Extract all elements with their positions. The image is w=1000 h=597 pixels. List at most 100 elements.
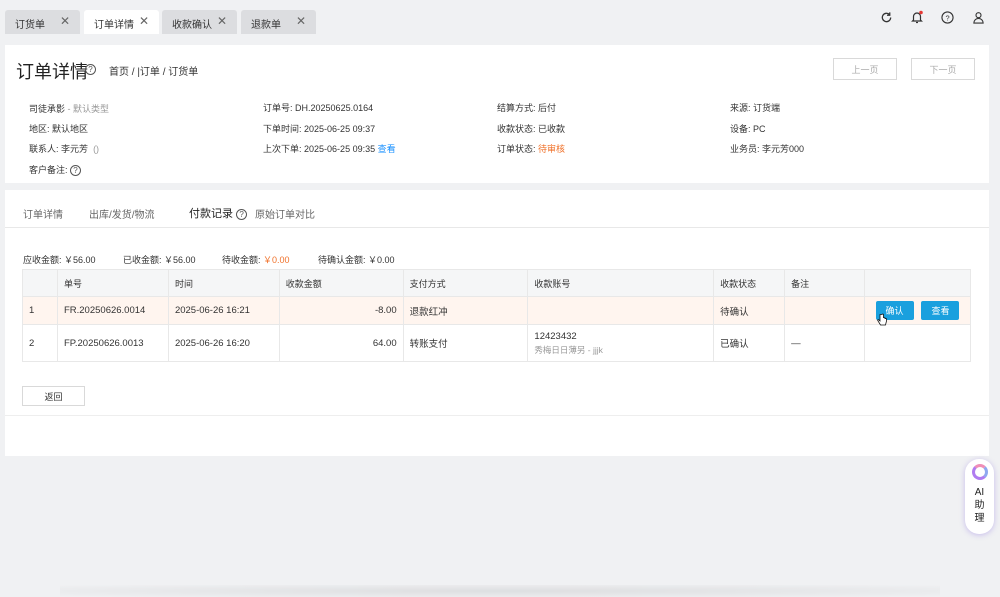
row-status: 待确认 xyxy=(713,296,786,325)
tab-refund[interactable]: 退款单 ✕ xyxy=(241,10,316,34)
customer-name: 司徒承影 xyxy=(29,104,66,114)
close-icon[interactable]: ✕ xyxy=(139,14,149,28)
contact-info: 联系人: 李元芳 () xyxy=(29,142,99,155)
account-number: 12423432 xyxy=(534,330,577,342)
row-no: FR.20250626.0014 xyxy=(56,296,169,325)
last-order-value: 2025-06-25 09:35 xyxy=(304,144,376,154)
close-icon[interactable]: ✕ xyxy=(296,14,306,28)
received-amount: 已收金额: ￥56.00 xyxy=(123,255,196,265)
region-value: 默认地区 xyxy=(52,124,89,134)
tab-original-compare[interactable]: 原始订单对比 xyxy=(255,206,315,221)
order-status-info: 订单状态: 待审核 xyxy=(497,142,565,155)
help-icon[interactable]: ? xyxy=(236,208,248,220)
row-remark: — xyxy=(784,324,865,362)
tab-label: 退款单 xyxy=(251,20,281,31)
tab-label: 付款记录 xyxy=(189,208,233,220)
settle-label: 结算方式: xyxy=(497,103,536,113)
sales-value: 李元芳000 xyxy=(762,144,805,154)
help-icon[interactable]: ? xyxy=(85,64,96,75)
customer-info: 司徒承影 - 默认类型 xyxy=(29,102,109,115)
region-info: 地区: 默认地区 xyxy=(29,122,88,135)
tab-order-list[interactable]: 订货单 ✕ xyxy=(5,10,80,34)
row-actions xyxy=(863,324,972,362)
breadcrumb[interactable]: 首页 / |订单 / 订货单 xyxy=(109,63,198,78)
region-label: 地区: xyxy=(29,124,50,134)
ai-label: AI助理 xyxy=(974,487,985,524)
view-last-order-link[interactable]: 查看 xyxy=(378,144,396,154)
return-button[interactable]: 返回 xyxy=(22,386,85,406)
order-status-value: 待审核 xyxy=(538,144,566,154)
bottom-shadow xyxy=(60,585,940,597)
table-header-row: 单号 时间 收款金额 支付方式 收款账号 收款状态 备注 xyxy=(22,269,972,297)
refresh-icon[interactable] xyxy=(878,9,894,25)
payment-table: 单号 时间 收款金额 支付方式 收款账号 收款状态 备注 1 FR.202506… xyxy=(22,269,972,362)
row-no: FP.20250626.0013 xyxy=(56,324,169,362)
sales-info: 业务员: 李元芳000 xyxy=(730,142,804,155)
col-header-actions xyxy=(863,269,972,297)
row-account xyxy=(527,296,715,325)
col-header-amount: 收款金额 xyxy=(278,269,404,297)
customer-type: - 默认类型 xyxy=(67,104,110,114)
payment-records-card: 订单详情 出库/发货/物流 付款记录 ? 原始订单对比 应收金额: ￥56.00… xyxy=(5,190,989,456)
table-row: 2 FP.20250626.0013 2025-06-26 16:20 64.0… xyxy=(22,324,972,362)
pay-status-label: 收款状态: xyxy=(497,124,536,134)
row-index: 1 xyxy=(22,296,58,325)
order-header-card: 订单详情 ? 首页 / |订单 / 订货单 上一页 下一页 司徒承影 - 默认类… xyxy=(5,45,989,183)
help-icon[interactable]: ? xyxy=(70,165,82,177)
col-header-time: 时间 xyxy=(167,269,280,297)
tab-order-detail[interactable]: 订单详情 ✕ xyxy=(84,10,159,34)
tab-payment-records[interactable]: 付款记录 ? xyxy=(189,205,248,221)
ai-logo-icon xyxy=(971,464,988,480)
col-header-index xyxy=(22,269,58,297)
row-status: 已确认 xyxy=(713,324,786,362)
remark-label: 客户备注: xyxy=(29,165,68,175)
source-info: 来源: 订货端 xyxy=(730,101,780,114)
tab-label: 订单详情 xyxy=(94,20,134,31)
pending-value: ￥0.00 xyxy=(263,255,290,265)
device-value: PC xyxy=(753,124,766,134)
settle-value: 后付 xyxy=(538,103,557,113)
row-amount: -8.00 xyxy=(278,296,404,325)
device-info: 设备: PC xyxy=(730,122,766,135)
page-title: 订单详情 xyxy=(16,62,88,82)
col-header-remark: 备注 xyxy=(784,269,865,297)
bell-icon[interactable] xyxy=(909,9,925,25)
close-icon[interactable]: ✕ xyxy=(60,14,70,28)
receivable-amount: 应收金额: ￥56.00 xyxy=(23,255,96,265)
tab-label: 订货单 xyxy=(15,20,45,31)
order-time-label: 下单时间: xyxy=(263,124,302,134)
tab-label: 收款确认 xyxy=(172,20,212,31)
row-remark xyxy=(784,296,865,325)
source-value: 订货端 xyxy=(753,103,781,113)
pending-label: 待收金额: xyxy=(222,255,261,265)
tab-order-detail[interactable]: 订单详情 xyxy=(23,206,63,221)
row-time: 2025-06-26 16:20 xyxy=(167,324,280,362)
contact-label: 联系人: xyxy=(29,144,59,154)
tab-bar: 订货单 ✕ 订单详情 ✕ 收款确认 ✕ 退款单 ✕ ? xyxy=(0,0,1000,34)
row-amount: 64.00 xyxy=(278,324,404,362)
view-button[interactable]: 查看 xyxy=(921,301,960,320)
pay-status-value: 已收款 xyxy=(538,124,566,134)
user-icon[interactable] xyxy=(970,9,986,25)
col-header-no: 单号 xyxy=(56,269,169,297)
device-label: 设备: xyxy=(730,124,751,134)
order-status-label: 订单状态: xyxy=(497,144,536,154)
help-icon[interactable]: ? xyxy=(939,9,955,25)
divider xyxy=(5,415,989,416)
prev-page-button[interactable]: 上一页 xyxy=(833,58,897,80)
last-order-info: 上次下单: 2025-06-25 09:35 查看 xyxy=(263,142,396,155)
ai-assistant-button[interactable]: AI助理 xyxy=(965,459,994,534)
close-icon[interactable]: ✕ xyxy=(217,14,227,28)
svg-text:?: ? xyxy=(945,13,949,22)
hand-cursor-icon xyxy=(877,313,887,326)
tab-payment-confirm[interactable]: 收款确认 ✕ xyxy=(162,10,237,34)
tab-shipping[interactable]: 出库/发货/物流 xyxy=(89,206,155,221)
tab-divider xyxy=(5,227,989,228)
to-confirm-amount: 待确认金额: ￥0.00 xyxy=(318,255,395,265)
col-header-account: 收款账号 xyxy=(527,269,715,297)
next-page-button[interactable]: 下一页 xyxy=(911,58,975,80)
order-time-value: 2025-06-25 09:37 xyxy=(304,124,376,134)
row-account: 12423432 秀梅日日薄另 - jjjk xyxy=(527,324,715,362)
pay-status-info: 收款状态: 已收款 xyxy=(497,122,565,135)
contact-phone: () xyxy=(93,144,100,154)
